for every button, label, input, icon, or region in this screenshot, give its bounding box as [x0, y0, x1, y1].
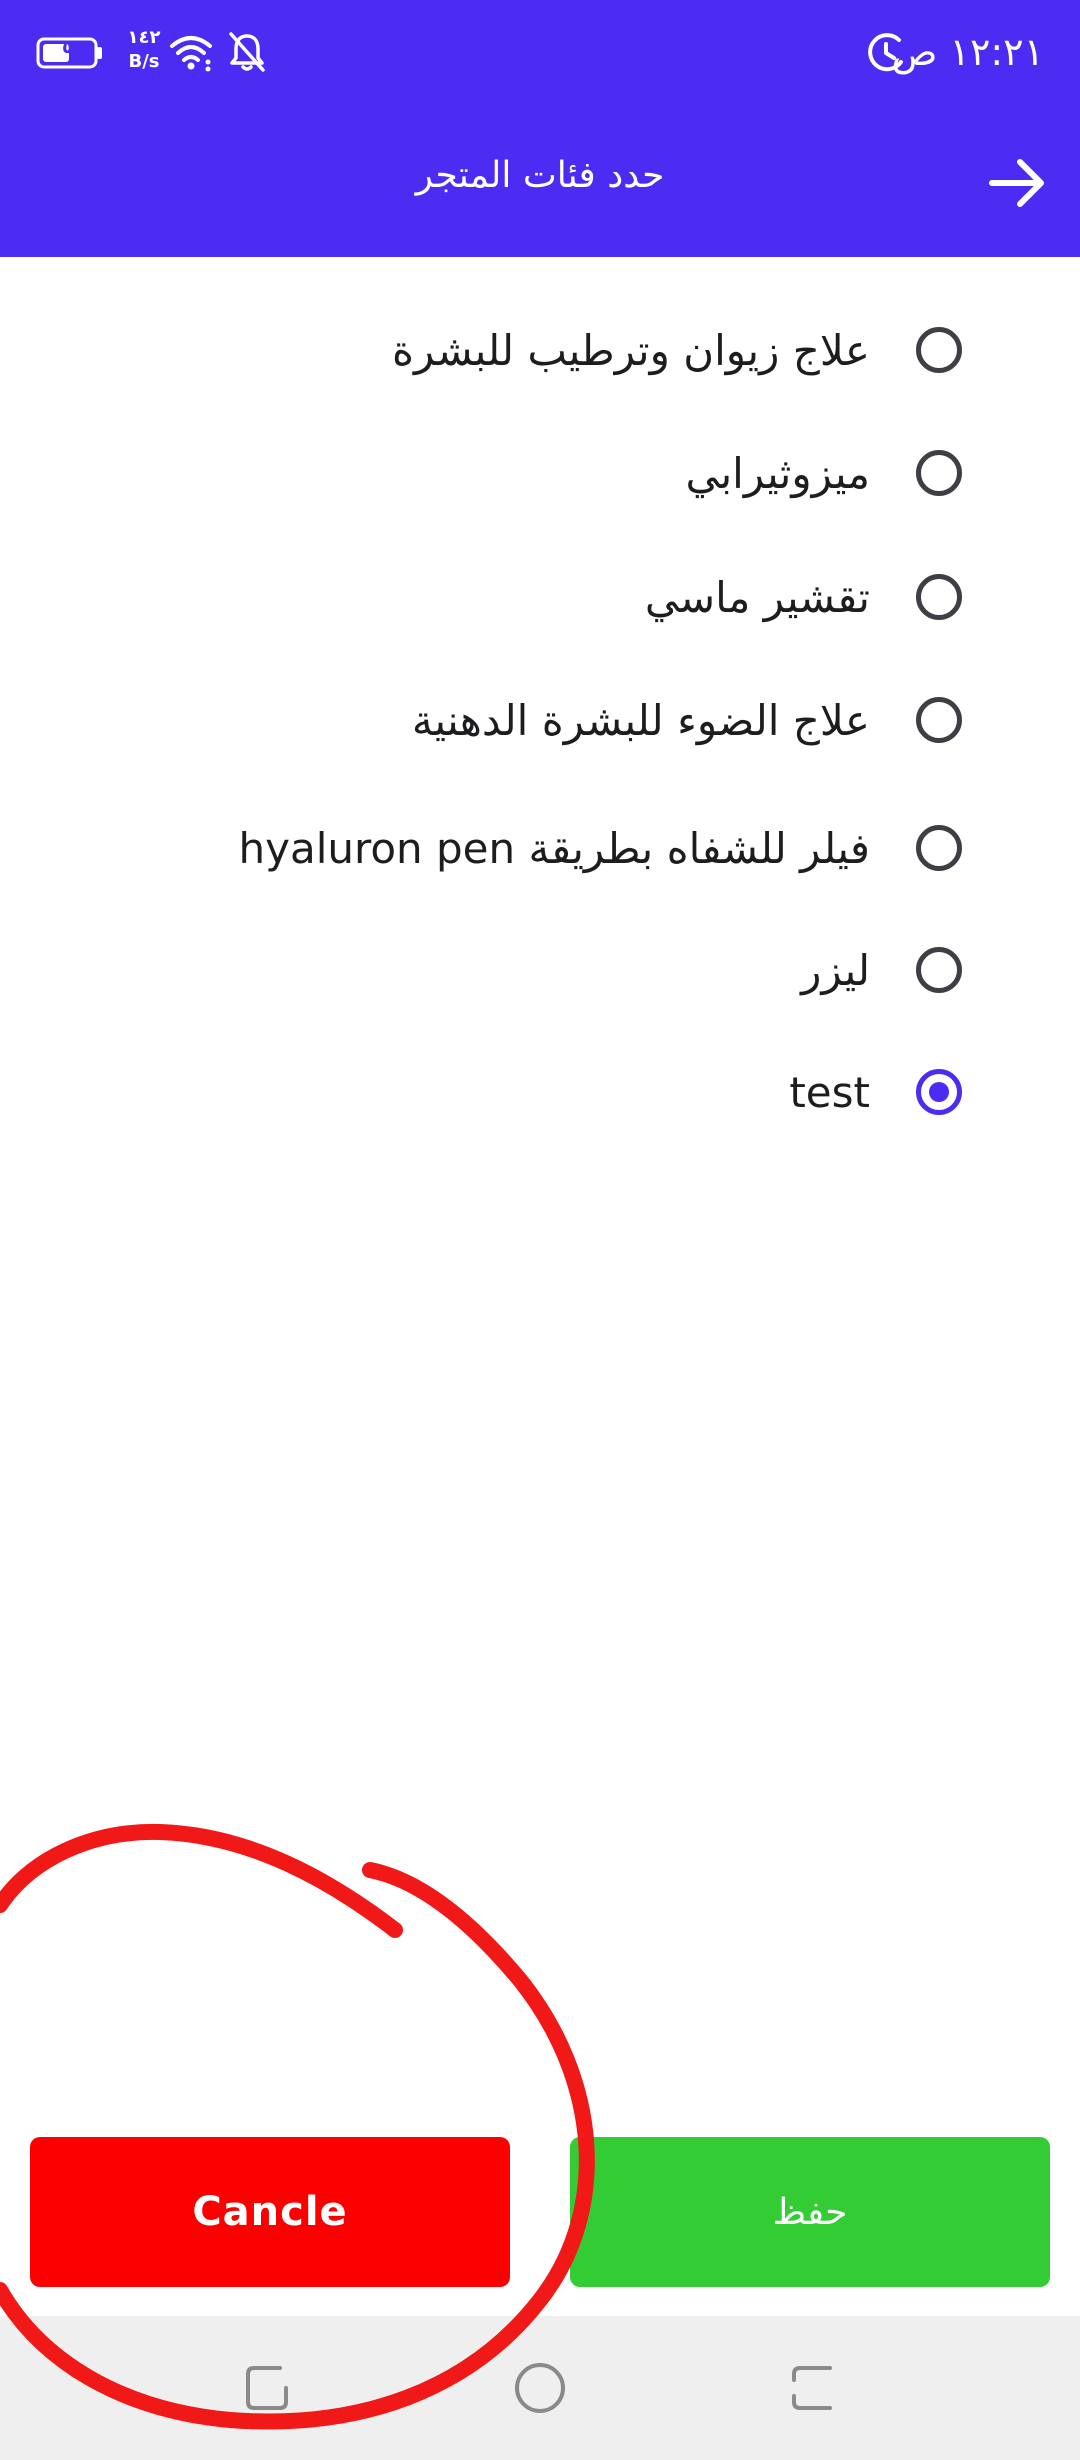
recents-icon[interactable] [240, 2358, 300, 2418]
radio-button-selected[interactable] [916, 1069, 962, 1115]
bell-off-icon [229, 32, 265, 72]
category-label: ميزوثيرابي [685, 448, 870, 498]
category-label: علاج زيوان وترطيب للبشرة [392, 325, 870, 375]
page-title: حدد فئات المتجر [415, 155, 665, 196]
cancel-button[interactable]: Cancle [30, 2137, 510, 2287]
category-option-selected[interactable]: test [0, 1037, 1080, 1147]
category-option[interactable]: علاج زيوان وترطيب للبشرة [0, 295, 1080, 405]
arrow-right-icon[interactable] [984, 150, 1050, 216]
category-label: فيلر للشفاه بطريقة hyaluron pen [238, 823, 870, 873]
app-bar: ٥١ ١٤٢ B/s ١٢:٢١ ص حدد فئات المتجر [0, 0, 1080, 257]
status-bar: ٥١ ١٤٢ B/s ١٢:٢١ ص [0, 0, 1080, 110]
radio-button[interactable] [916, 327, 962, 373]
network-speed-unit: B/s [128, 51, 160, 72]
save-button[interactable]: حفظ [570, 2137, 1050, 2287]
category-label: test [789, 1067, 870, 1117]
radio-button[interactable] [916, 697, 962, 743]
network-speed-value: ١٤٢ [127, 27, 161, 48]
category-option[interactable]: ليزر [0, 915, 1080, 1025]
radio-button[interactable] [916, 574, 962, 620]
category-label: علاج الضوء للبشرة الدهنية [411, 695, 870, 745]
category-option[interactable]: تقشير ماسي [0, 542, 1080, 652]
category-option[interactable]: ميزوثيرابي [0, 418, 1080, 528]
status-time: ١٢:٢١ ص [891, 30, 1044, 74]
network-speed: ١٤٢ B/s [118, 26, 170, 74]
battery-level: ٥١ [62, 37, 84, 58]
radio-button[interactable] [916, 450, 962, 496]
wifi-icon [170, 36, 212, 72]
category-option[interactable]: علاج الضوء للبشرة الدهنية [0, 665, 1080, 775]
category-option[interactable]: فيلر للشفاه بطريقة hyaluron pen [0, 793, 1080, 903]
category-label: تقشير ماسي [644, 572, 870, 622]
category-label: ليزر [801, 945, 870, 995]
radio-button[interactable] [916, 947, 962, 993]
radio-button[interactable] [916, 825, 962, 871]
back-gesture-icon[interactable] [780, 2358, 840, 2418]
home-icon[interactable] [510, 2358, 570, 2418]
system-nav-bar [0, 2316, 1080, 2460]
